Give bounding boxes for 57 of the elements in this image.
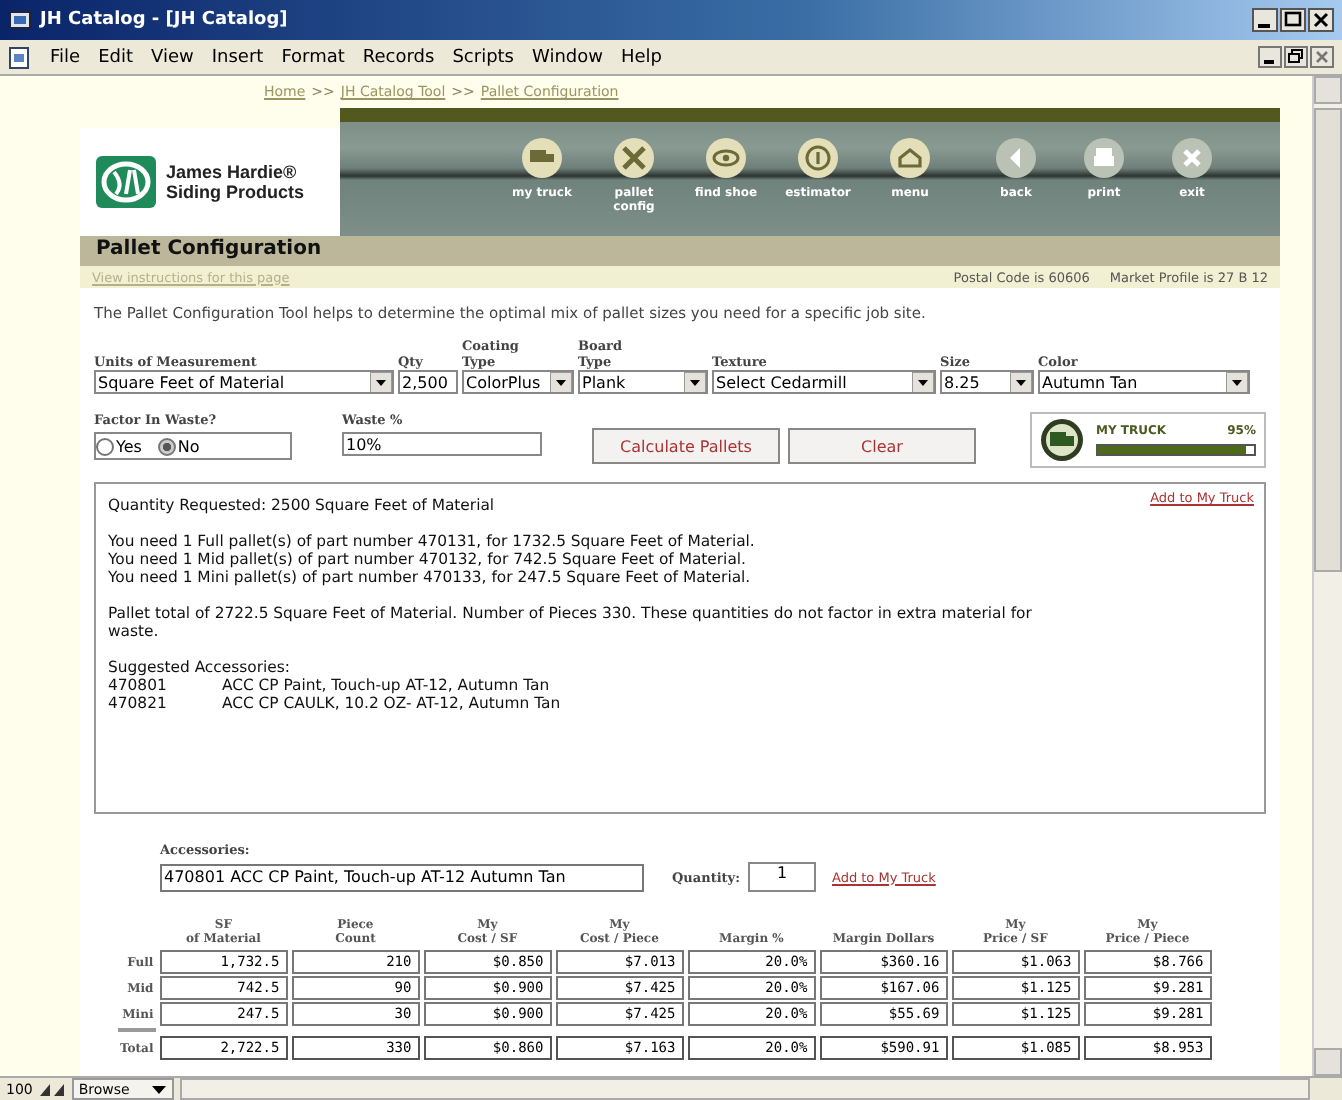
- radio-label: No: [177, 437, 200, 455]
- scroll-thumb[interactable]: [1314, 108, 1342, 572]
- truck-icon[interactable]: [1040, 418, 1084, 462]
- close-icon[interactable]: [1172, 138, 1212, 178]
- menu-item[interactable]: View: [151, 47, 194, 67]
- minimize-icon[interactable]: [1252, 8, 1278, 32]
- menu-item[interactable]: Scripts: [452, 47, 514, 67]
- info-icon[interactable]: [798, 138, 838, 178]
- eye-icon[interactable]: [706, 138, 746, 178]
- radio-label: Yes: [116, 437, 142, 455]
- menu-item[interactable]: Records: [362, 47, 435, 67]
- dropdown[interactable]: Autumn Tan: [1038, 370, 1250, 394]
- restore-icon[interactable]: [1284, 46, 1308, 68]
- printer-icon[interactable]: [1084, 138, 1124, 178]
- dropdown[interactable]: Square Feet of Material: [94, 370, 394, 394]
- menu-item[interactable]: Edit: [98, 47, 133, 67]
- horizontal-scrollbar[interactable]: [179, 1078, 1310, 1100]
- action-button[interactable]: Calculate Pallets: [592, 428, 780, 464]
- close-icon[interactable]: [1308, 8, 1334, 32]
- brand-tagline: Siding Products: [166, 182, 305, 202]
- accessory-field[interactable]: 470801 ACC CP Paint, Touch-up AT-12 Autumn Tan: [160, 863, 644, 891]
- input-field[interactable]: 10%: [342, 432, 542, 456]
- dropdown-arrow-icon[interactable]: [1010, 372, 1032, 392]
- dropdown[interactable]: Select Cedarmill: [712, 370, 936, 394]
- house-icon[interactable]: [890, 138, 930, 178]
- app-icon[interactable]: [8, 8, 32, 32]
- page-title: Pallet Configuration: [80, 236, 1280, 266]
- menu-item[interactable]: Window: [532, 47, 603, 67]
- tools-icon[interactable]: [614, 138, 654, 178]
- menu-item[interactable]: Insert: [211, 47, 264, 67]
- brand-name: James Hardie®: [166, 162, 299, 182]
- menu-item[interactable]: Help: [621, 47, 663, 67]
- dropdown-arrow-icon[interactable]: [149, 1080, 168, 1098]
- maximize-icon[interactable]: [1280, 8, 1306, 32]
- menu-item[interactable]: File: [50, 47, 81, 67]
- dropdown-arrow-icon[interactable]: [684, 372, 706, 392]
- dropdown[interactable]: 8.25: [940, 370, 1034, 394]
- radio-button[interactable]: [157, 437, 176, 455]
- dropdown-arrow-icon[interactable]: [550, 372, 572, 392]
- dropdown-arrow-icon[interactable]: [370, 372, 392, 392]
- menu-item[interactable]: Format: [281, 47, 345, 67]
- input-field[interactable]: 2,500: [398, 370, 458, 394]
- document-icon[interactable]: [8, 45, 32, 69]
- minimize-icon[interactable]: [1258, 46, 1282, 68]
- back-icon[interactable]: [996, 138, 1036, 178]
- zoom-icon[interactable]: [38, 1079, 67, 1099]
- window-title: JH Catalog - [JH Catalog]: [40, 10, 288, 30]
- vertical-scrollbar[interactable]: [1312, 76, 1342, 1076]
- action-button[interactable]: Clear: [788, 428, 976, 464]
- dropdown-arrow-icon[interactable]: [912, 372, 934, 392]
- logo-mark-icon[interactable]: [96, 156, 156, 208]
- radio-button[interactable]: [96, 437, 114, 455]
- dropdown-arrow-icon[interactable]: [1226, 372, 1248, 392]
- dropdown[interactable]: ColorPlus: [462, 370, 574, 394]
- dropdown[interactable]: Plank: [578, 370, 708, 394]
- truck-icon[interactable]: [522, 138, 562, 178]
- quantity-field[interactable]: 1: [747, 862, 816, 892]
